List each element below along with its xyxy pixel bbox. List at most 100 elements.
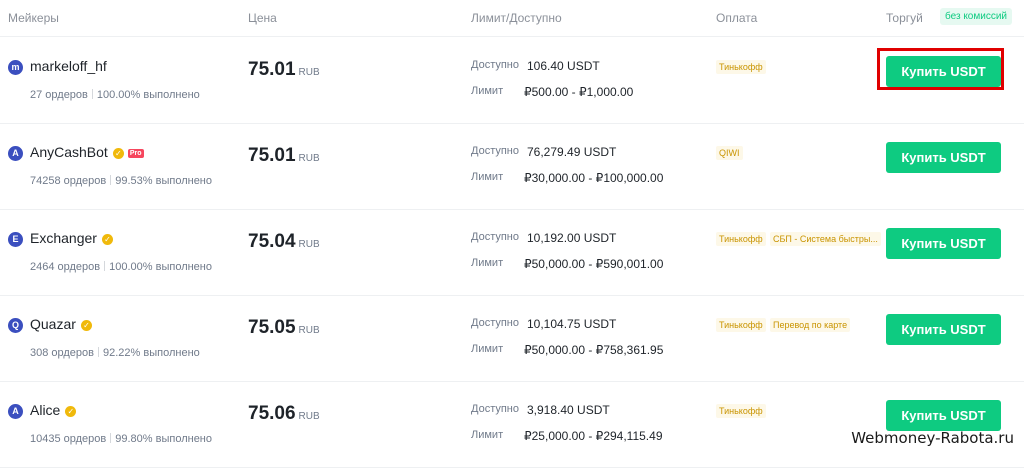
price-value: 75.04: [248, 231, 296, 252]
price-currency: RUB: [298, 411, 320, 422]
verified-check-icon: ✓: [112, 148, 124, 159]
maker-stats: 74258 ордеров 99.53% выполнено: [30, 175, 212, 187]
buy-usdt-button[interactable]: Купить USDT: [886, 142, 1001, 173]
table-row: A Alice ✓ 10435 ордеров 99.80% выполнено 7…: [0, 381, 1024, 468]
completion-rate: 100.00% выполнено: [96, 89, 200, 101]
available-label: Доступно: [471, 317, 520, 329]
payment-tag: Тинькофф: [716, 404, 766, 418]
price-currency: RUB: [298, 153, 320, 164]
buy-usdt-button[interactable]: Купить USDT: [886, 228, 1001, 259]
table-row: Q Quazar ✓ 308 ордеров 92.22% выполнено 75…: [0, 295, 1024, 382]
payment-tag: СБП - Система быстры...: [770, 232, 881, 246]
divider: [110, 175, 112, 185]
user-avatar-icon: Q: [8, 318, 23, 333]
maker-name[interactable]: Exchanger: [30, 230, 97, 246]
price-currency: RUB: [298, 325, 320, 336]
limit-value: ₽30,000.00 - ₽100,000.00: [524, 171, 664, 185]
maker-name-wrap: Exchanger ✓: [30, 230, 113, 246]
orders-count: 308 ордеров: [30, 347, 95, 359]
price-value: 75.01: [248, 145, 296, 166]
divider: [104, 261, 106, 271]
price: 75.06 RUB: [248, 403, 320, 425]
payment-tag: Тинькофф: [716, 232, 766, 246]
maker-name[interactable]: markeloff_hf: [30, 58, 107, 74]
watermark: Webmoney-Rabota.ru: [851, 429, 1014, 447]
price-value: 75.01: [248, 59, 296, 80]
completion-rate: 99.53% выполнено: [115, 175, 212, 187]
available-value: 106.40 USDT: [527, 59, 600, 73]
user-avatar-icon: m: [8, 60, 23, 75]
price: 75.05 RUB: [248, 317, 320, 339]
limit-value: ₽500.00 - ₽1,000.00: [524, 85, 634, 99]
maker-name-wrap: Alice ✓: [30, 402, 77, 418]
table-row: E Exchanger ✓ 2464 ордеров 100.00% выполне…: [0, 209, 1024, 296]
header-limit: Лимит/Доступно: [471, 11, 562, 25]
maker-stats: 308 ордеров 92.22% выполнено: [30, 347, 200, 359]
maker-name[interactable]: AnyCashBot: [30, 144, 108, 160]
maker-stats: 10435 ордеров 99.80% выполнено: [30, 433, 212, 445]
available-label: Доступно: [471, 403, 520, 415]
limit-label: Лимит: [471, 171, 504, 183]
price-value: 75.05: [248, 317, 296, 338]
maker-stats: 27 ордеров 100.00% выполнено: [30, 89, 200, 101]
divider: [110, 433, 112, 443]
limit-label: Лимит: [471, 343, 504, 355]
payment-tag: QIWI: [716, 146, 743, 160]
header-trade: Торгуй: [886, 11, 923, 25]
price: 75.01 RUB: [248, 145, 320, 167]
header-makers: Мейкеры: [8, 11, 59, 25]
maker-name[interactable]: Alice: [30, 402, 60, 418]
limit-label: Лимит: [471, 429, 504, 441]
buy-usdt-button[interactable]: Купить USDT: [886, 56, 1001, 87]
buy-usdt-button[interactable]: Купить USDT: [886, 400, 1001, 431]
price: 75.04 RUB: [248, 231, 320, 253]
divider: [91, 89, 93, 99]
payment-tag: Тинькофф: [716, 318, 766, 332]
maker-name-wrap: Quazar ✓: [30, 316, 92, 332]
payment-tag: Перевод по карте: [770, 318, 851, 332]
price: 75.01 RUB: [248, 59, 320, 81]
table-header: Мейкеры Цена Лимит/Доступно Оплата Торгу…: [0, 0, 1024, 37]
maker-name[interactable]: Quazar: [30, 316, 76, 332]
table-row: m markeloff_hf 27 ордеров 100.00% выполне…: [0, 37, 1024, 124]
divider: [98, 347, 100, 357]
available-label: Доступно: [471, 59, 520, 71]
completion-rate: 100.00% выполнено: [109, 261, 212, 273]
limit-value: ₽25,000.00 - ₽294,115.49: [524, 429, 663, 443]
buy-usdt-button[interactable]: Купить USDT: [886, 314, 1001, 345]
payment-tag: Тинькофф: [716, 60, 766, 74]
header-price: Цена: [248, 11, 277, 25]
table-row: A AnyCashBot ✓ Pro 74258 ордеров 99.53% вып…: [0, 123, 1024, 210]
pro-badge: Pro: [127, 149, 144, 158]
limit-label: Лимит: [471, 85, 504, 97]
available-value: 10,192.00 USDT: [527, 231, 617, 245]
verified-check-icon: ✓: [65, 406, 77, 417]
maker-name-wrap: markeloff_hf: [30, 58, 107, 74]
price-value: 75.06: [248, 403, 296, 424]
maker-stats: 2464 ордеров 100.00% выполнено: [30, 261, 212, 273]
orders-count: 2464 ордеров: [30, 261, 101, 273]
available-label: Доступно: [471, 145, 520, 157]
limit-value: ₽50,000.00 - ₽758,361.95: [524, 343, 664, 357]
verified-check-icon: ✓: [80, 320, 92, 331]
user-avatar-icon: A: [8, 146, 23, 161]
price-currency: RUB: [298, 67, 320, 78]
header-payment: Оплата: [716, 11, 758, 25]
price-currency: RUB: [298, 239, 320, 250]
user-avatar-icon: A: [8, 404, 23, 419]
orders-count: 74258 ордеров: [30, 175, 107, 187]
orders-count: 10435 ордеров: [30, 433, 107, 445]
orders-count: 27 ордеров: [30, 89, 88, 101]
verified-check-icon: ✓: [101, 234, 113, 245]
limit-value: ₽50,000.00 - ₽590,001.00: [524, 257, 664, 271]
available-value: 76,279.49 USDT: [527, 145, 617, 159]
no-fee-badge: без комиссий: [940, 8, 1013, 25]
maker-name-wrap: AnyCashBot ✓ Pro: [30, 144, 144, 160]
available-value: 3,918.40 USDT: [527, 403, 610, 417]
completion-rate: 92.22% выполнено: [103, 347, 200, 359]
available-value: 10,104.75 USDT: [527, 317, 617, 331]
user-avatar-icon: E: [8, 232, 23, 247]
available-label: Доступно: [471, 231, 520, 243]
completion-rate: 99.80% выполнено: [115, 433, 212, 445]
limit-label: Лимит: [471, 257, 504, 269]
